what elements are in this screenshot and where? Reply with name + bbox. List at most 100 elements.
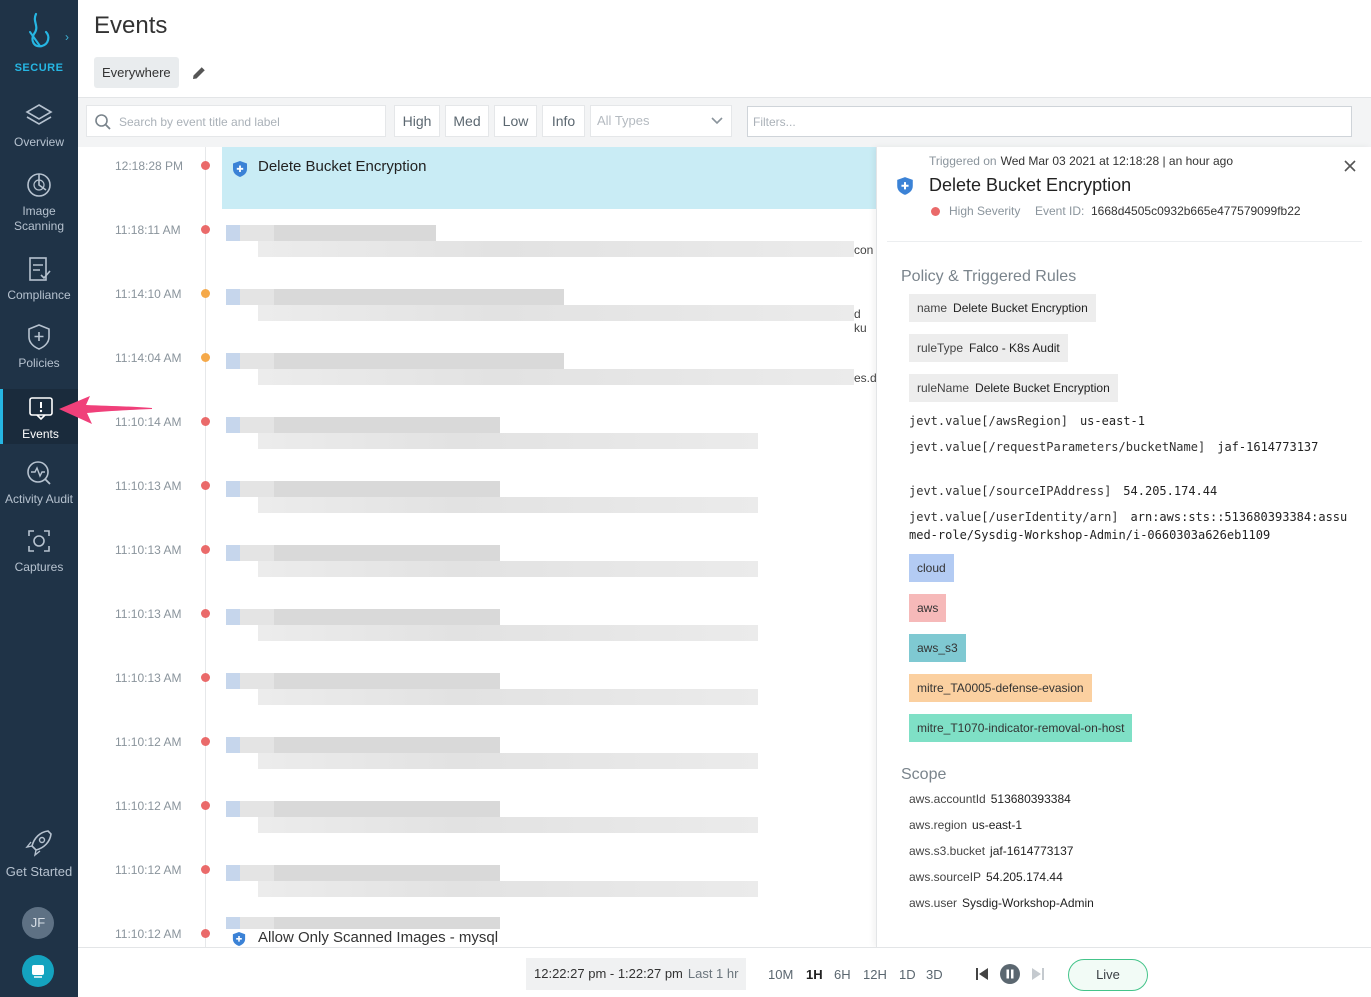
scope-row: aws.user Sysdig-Workshop-Admin bbox=[909, 896, 1094, 910]
skip-back-icon[interactable] bbox=[974, 965, 990, 983]
shield-plus-icon bbox=[232, 932, 246, 946]
time-option-1h[interactable]: 1H bbox=[806, 967, 823, 982]
close-icon[interactable] bbox=[1343, 159, 1357, 173]
event-time: 11:10:12 AM bbox=[115, 927, 182, 941]
event-row[interactable]: 11:10:13 AM bbox=[78, 531, 876, 595]
severity-med-button[interactable]: Med bbox=[445, 105, 489, 137]
event-row[interactable]: 11:18:11 AM con bbox=[78, 211, 876, 275]
tag-aws[interactable]: aws bbox=[909, 594, 947, 622]
policy-section-title: Policy & Triggered Rules bbox=[901, 268, 1077, 285]
sidebar-item-overview[interactable]: Overview bbox=[0, 101, 78, 150]
event-row[interactable]: 11:14:04 AM es.d bbox=[78, 339, 876, 403]
event-row[interactable]: 11:10:14 AM bbox=[78, 403, 876, 467]
avatar[interactable]: JF bbox=[22, 907, 54, 939]
blurred-event-title bbox=[226, 609, 500, 625]
event-row[interactable]: 11:10:12 AM bbox=[78, 851, 876, 915]
severity-label: High Severity bbox=[949, 204, 1021, 218]
tag-mitre-indicator-removal[interactable]: mitre_T1070-indicator-removal-on-host bbox=[909, 714, 1133, 742]
rule-chip-name: name Delete Bucket Encryption bbox=[909, 294, 1096, 322]
field-key: jevt.value[/requestParameters/bucketName… bbox=[909, 440, 1206, 454]
field-value: jaf-1614773137 bbox=[1217, 440, 1319, 454]
skip-forward-icon[interactable] bbox=[1030, 965, 1046, 983]
event-row[interactable]: 11:10:12 AM Allow Only Scanned Images - … bbox=[78, 915, 876, 947]
event-time: 11:10:13 AM bbox=[115, 671, 182, 685]
layers-icon bbox=[25, 104, 53, 125]
event-time: 12:18:28 PM bbox=[115, 159, 184, 173]
sidebar-item-policies[interactable]: Policies bbox=[0, 322, 78, 371]
severity-dot bbox=[201, 737, 210, 746]
search-input[interactable] bbox=[119, 112, 379, 132]
severity-low-button[interactable]: Low bbox=[494, 105, 537, 137]
event-title: Delete Bucket Encryption bbox=[258, 158, 427, 175]
event-id-label: Event ID: bbox=[1035, 204, 1085, 218]
tag-aws-s3[interactable]: aws_s3 bbox=[909, 634, 966, 662]
shield-plus-icon bbox=[897, 177, 913, 195]
field-user-arn: jevt.value[/userIdentity/arn] arn:aws:sts… bbox=[909, 508, 1354, 544]
field-key: jevt.value[/userIdentity/arn] bbox=[909, 510, 1119, 524]
blurred-event-title bbox=[226, 673, 500, 689]
severity-high-button[interactable]: High bbox=[394, 105, 440, 137]
severity-dot bbox=[201, 545, 210, 554]
scope-row: aws.accountId 513680393384 bbox=[909, 792, 1071, 806]
event-row[interactable]: 11:10:13 AM bbox=[78, 659, 876, 723]
brand[interactable]: › SECURE bbox=[0, 12, 78, 74]
triggered-info: Triggered on Wed Mar 03 2021 at 12:18:28 … bbox=[929, 154, 1233, 168]
shield-plus-icon bbox=[233, 161, 247, 177]
time-option-1d[interactable]: 1D bbox=[899, 967, 916, 982]
field-value: us-east-1 bbox=[1079, 414, 1145, 428]
event-row[interactable]: 11:10:12 AM bbox=[78, 723, 876, 787]
blurred-event-labels bbox=[258, 241, 854, 257]
search-box[interactable] bbox=[86, 105, 386, 137]
filters-box[interactable] bbox=[747, 106, 1352, 137]
selected-event-card[interactable]: Delete Bucket Encryption bbox=[222, 147, 876, 209]
sidebar-item-image-scanning[interactable]: Image Scanning bbox=[0, 170, 78, 234]
tag-mitre-defense-evasion[interactable]: mitre_TA0005-defense-evasion bbox=[909, 674, 1092, 702]
scope-key: aws.region bbox=[909, 818, 968, 832]
event-row[interactable]: 11:10:13 AM bbox=[78, 467, 876, 531]
sidebar-item-get-started[interactable]: Get Started bbox=[0, 826, 78, 880]
severity-dot bbox=[201, 481, 210, 490]
field-key: jevt.value[/awsRegion] bbox=[909, 414, 1068, 428]
triggered-label: Triggered on bbox=[929, 154, 997, 168]
scope-row: aws.region us-east-1 bbox=[909, 818, 1022, 832]
blurred-event-title bbox=[226, 481, 500, 497]
event-row[interactable]: 11:10:13 AM bbox=[78, 595, 876, 659]
severity-dot bbox=[201, 161, 210, 170]
blurred-event-labels bbox=[258, 817, 758, 833]
time-option-12h[interactable]: 12H bbox=[863, 967, 887, 982]
event-row[interactable]: 11:14:10 AM d ku bbox=[78, 275, 876, 339]
filters-input[interactable] bbox=[748, 107, 1351, 136]
sidebar-item-label: Activity Audit bbox=[4, 492, 74, 506]
sidebar-item-captures[interactable]: Captures bbox=[0, 526, 78, 575]
severity-dot bbox=[201, 865, 210, 874]
event-types-select[interactable]: All Types bbox=[590, 105, 732, 137]
scope-row: aws.s3.bucket jaf-1614773137 bbox=[909, 844, 1073, 858]
time-option-3d[interactable]: 3D bbox=[926, 967, 943, 982]
event-row[interactable]: 11:10:12 AM bbox=[78, 787, 876, 851]
blurred-event-labels bbox=[258, 497, 758, 513]
event-row-selected[interactable]: 12:18:28 PM Delete Bucket Encryption bbox=[78, 147, 876, 211]
event-time: 11:10:13 AM bbox=[115, 479, 182, 493]
brand-label: SECURE bbox=[14, 62, 64, 74]
live-button[interactable]: Live bbox=[1068, 959, 1148, 991]
chat-button[interactable] bbox=[22, 955, 54, 987]
sidebar-item-label: Policies bbox=[18, 356, 60, 370]
time-range-selector[interactable]: 12:22:27 pm - 1:22:27 pm Last 1 hr bbox=[526, 958, 746, 990]
tag-cloud[interactable]: cloud bbox=[909, 554, 954, 582]
chevron-down-icon bbox=[711, 117, 723, 125]
severity-info-button[interactable]: Info bbox=[542, 105, 585, 137]
time-option-10m[interactable]: 10M bbox=[768, 967, 793, 982]
scope-key: aws.sourceIP bbox=[909, 870, 982, 884]
sidebar-item-activity-audit[interactable]: Activity Audit bbox=[0, 458, 78, 507]
scope-selector[interactable]: Everywhere bbox=[94, 57, 179, 88]
pause-icon[interactable] bbox=[999, 963, 1021, 985]
scope-value: jaf-1614773137 bbox=[990, 844, 1074, 858]
sidebar-item-compliance[interactable]: Compliance bbox=[0, 254, 78, 303]
event-label-fragment: es.d bbox=[854, 371, 876, 385]
time-option-6h[interactable]: 6H bbox=[834, 967, 851, 982]
blurred-event-labels bbox=[258, 881, 758, 897]
edit-icon[interactable] bbox=[190, 64, 208, 82]
shield-icon bbox=[28, 324, 50, 350]
field-aws-region: jevt.value[/awsRegion] us-east-1 bbox=[909, 412, 1354, 430]
severity-dot bbox=[201, 929, 210, 938]
